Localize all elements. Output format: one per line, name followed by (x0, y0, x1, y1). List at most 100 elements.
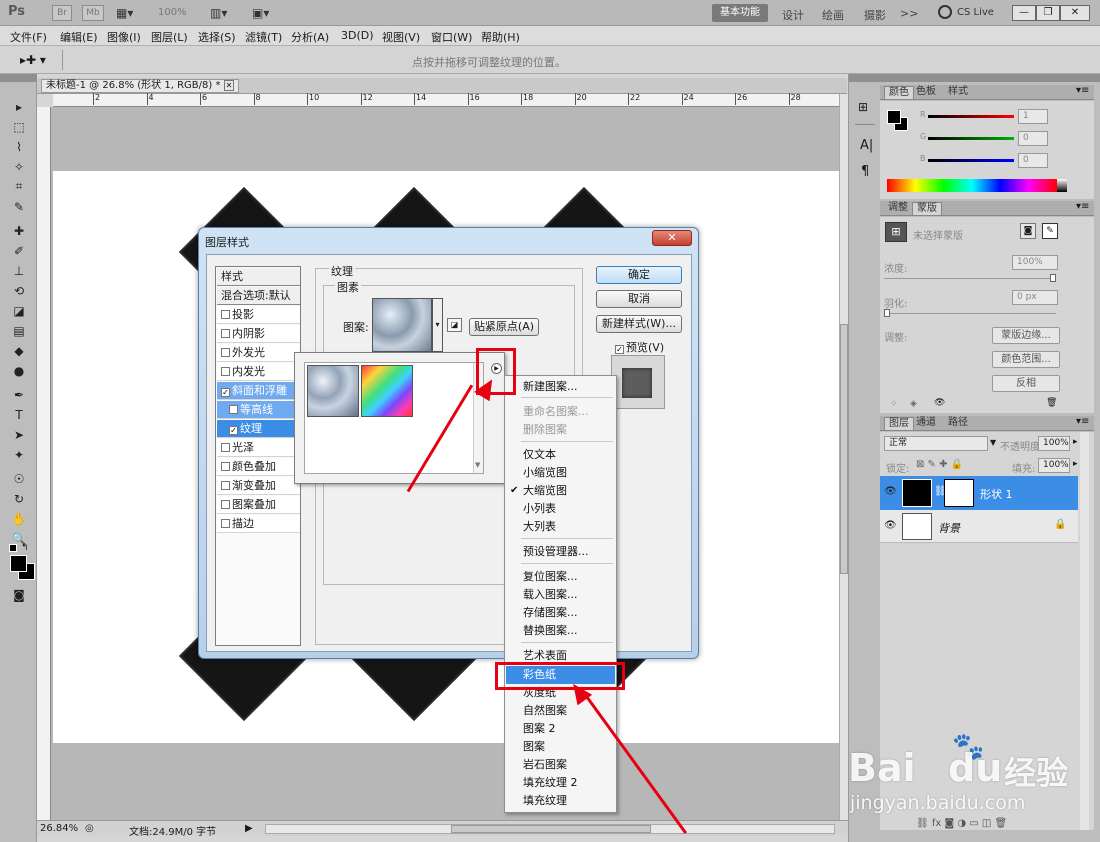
visibility-eye-icon[interactable]: 👁 (884, 520, 897, 531)
arrange-documents-icon[interactable]: ▥▾ (210, 6, 227, 20)
history-panel-icon[interactable]: ⊞ (858, 100, 868, 114)
minimize-button[interactable]: — (1012, 5, 1036, 21)
invert-button[interactable]: 反相 (992, 375, 1060, 392)
delete-mask-icon[interactable]: 🗑 (1046, 398, 1057, 408)
pattern-swatch-rainbow[interactable] (361, 365, 413, 417)
maximize-button[interactable]: ❐ (1036, 5, 1060, 21)
mask-visibility-icon[interactable]: 👁 (934, 398, 945, 408)
checkbox-unchecked[interactable] (221, 310, 230, 319)
fill-slider-arrow[interactable]: ▸ (1073, 459, 1078, 469)
style-drop-shadow[interactable]: 投影 (217, 306, 300, 324)
screen-mode-icon[interactable]: ▣▾ (252, 6, 269, 20)
menu-item-new-pattern[interactable]: 新建图案... (506, 378, 615, 396)
status-info-icon[interactable]: ◎ (85, 823, 94, 834)
blur-tool-icon[interactable]: ◆ (10, 342, 28, 359)
horizontal-scrollbar[interactable] (265, 824, 835, 834)
style-outer-glow[interactable]: 外发光 (217, 344, 300, 362)
menu-filter[interactable]: 滤镜(T) (245, 29, 282, 45)
close-document-icon[interactable]: ✕ (223, 80, 235, 91)
menu-3d[interactable]: 3D(D) (341, 29, 374, 42)
foreground-color-swatch[interactable] (10, 555, 27, 572)
ok-button[interactable]: 确定 (596, 266, 682, 284)
blending-options-item[interactable]: 混合选项:默认 (217, 287, 300, 305)
workspace-more[interactable]: >> (900, 7, 918, 20)
layer-row-background[interactable]: 👁 背景 🔒 (880, 510, 1078, 543)
status-zoom[interactable]: 26.84% (40, 823, 78, 834)
status-menu-arrow[interactable]: ▶ (245, 823, 253, 834)
layer-name[interactable]: 背景 (938, 520, 960, 536)
workspace-photography[interactable]: 摄影 (864, 7, 886, 23)
menu-item-replace-patterns[interactable]: 替换图案... (506, 622, 615, 640)
opacity-slider-arrow[interactable]: ▸ (1073, 437, 1078, 447)
menu-item-small-thumbnail[interactable]: 小缩览图 (506, 464, 615, 482)
checkbox-unchecked[interactable] (221, 519, 230, 528)
menu-item-patterns-2[interactable]: 图案 2 (506, 720, 615, 738)
apply-mask-icon[interactable]: ◈ (910, 399, 917, 409)
menu-window[interactable]: 窗口(W) (431, 29, 472, 45)
panel-menu-icon[interactable]: ▾≡ (1076, 85, 1089, 96)
checkbox-checked[interactable]: ✓ (221, 388, 230, 397)
tab-masks[interactable]: 蒙版 (912, 202, 942, 215)
color-range-button[interactable]: 颜色范围... (992, 351, 1060, 368)
g-slider[interactable] (928, 137, 1014, 140)
cslive-button[interactable]: CS Live (957, 7, 994, 18)
hand-tool-icon[interactable]: ✋ (10, 510, 28, 527)
tab-paths[interactable]: 路径 (944, 417, 972, 430)
swap-colors-icon[interactable]: ↰ (21, 543, 29, 553)
menu-item-preset-manager[interactable]: 预设管理器... (506, 543, 615, 561)
style-gradient-overlay[interactable]: 渐变叠加 (217, 477, 300, 495)
menu-layer[interactable]: 图层(L) (151, 29, 188, 45)
shape-tool-icon[interactable]: ✦ (10, 446, 28, 463)
menu-image[interactable]: 图像(I) (107, 29, 141, 45)
checkbox-unchecked[interactable] (221, 443, 230, 452)
default-colors-icon[interactable] (9, 544, 17, 552)
new-preset-icon[interactable]: ◪ (447, 318, 462, 332)
new-style-button[interactable]: 新建样式(W)... (596, 315, 682, 333)
menu-item-load-patterns[interactable]: 载入图案... (506, 586, 615, 604)
document-tab[interactable]: 未标题-1 @ 26.8% (形状 1, RGB/8) * ✕ (41, 79, 240, 93)
lock-icons[interactable]: ⊠ ✎ ✚ 🔒 (916, 459, 963, 470)
dock-header[interactable] (849, 74, 881, 82)
load-selection-icon[interactable]: ⁘ (890, 399, 898, 409)
density-slider-handle[interactable] (1050, 274, 1056, 282)
pen-tool-icon[interactable]: ✒ (10, 386, 28, 403)
style-inner-glow[interactable]: 内发光 (217, 363, 300, 381)
opacity-input[interactable]: 100% (1038, 436, 1070, 451)
eraser-tool-icon[interactable]: ◪ (10, 302, 28, 319)
3d-orbit-tool-icon[interactable]: ↻ (10, 490, 28, 507)
move-tool-icon[interactable]: ▸ (10, 98, 28, 115)
scrollbar-thumb[interactable] (840, 324, 848, 574)
menu-analysis[interactable]: 分析(A) (291, 29, 329, 45)
b-slider[interactable] (928, 159, 1014, 162)
checkbox-checked[interactable]: ✓ (229, 426, 238, 435)
mask-edge-button[interactable]: 蒙版边缘... (992, 327, 1060, 344)
minibridge-button[interactable]: Mb (82, 5, 104, 21)
blend-mode-select[interactable]: 正常 (884, 436, 988, 451)
foreground-color-swatch[interactable] (887, 110, 901, 124)
menu-item-text-only[interactable]: 仅文本 (506, 446, 615, 464)
magic-wand-tool-icon[interactable]: ✧ (10, 158, 28, 175)
b-input[interactable]: 0 (1018, 153, 1048, 168)
bridge-button[interactable]: Br (52, 5, 72, 21)
lasso-tool-icon[interactable]: ⌇ (10, 138, 28, 155)
eyedropper-tool-icon[interactable]: ✎ (10, 198, 28, 215)
character-panel-icon[interactable]: A| (860, 138, 873, 153)
menu-file[interactable]: 文件(F) (10, 29, 47, 45)
menu-item-reset-patterns[interactable]: 复位图案... (506, 568, 615, 586)
style-satin[interactable]: 光泽 (217, 439, 300, 457)
3d-rotate-tool-icon[interactable]: ☉ (10, 470, 28, 487)
clone-stamp-tool-icon[interactable]: ⊥ (10, 262, 28, 279)
tab-styles[interactable]: 样式 (944, 86, 972, 99)
tab-swatches[interactable]: 色板 (912, 86, 940, 99)
preview-checkbox[interactable]: ✓ 预览(V) (615, 339, 664, 355)
feather-input[interactable]: 0 px (1012, 290, 1058, 305)
workspace-essentials[interactable]: 基本功能 (712, 4, 768, 22)
style-bevel-emboss[interactable]: ✓ 斜面和浮雕 (217, 382, 300, 400)
type-tool-icon[interactable]: T (10, 406, 28, 423)
add-pixel-mask-icon[interactable]: ◙ (1020, 223, 1036, 239)
tab-channels[interactable]: 通道 (912, 417, 940, 430)
history-brush-tool-icon[interactable]: ⟲ (10, 282, 28, 299)
workspace-painting[interactable]: 绘画 (822, 7, 844, 23)
checkbox-unchecked[interactable] (221, 500, 230, 509)
pattern-swatch-bubbles[interactable] (307, 365, 359, 417)
